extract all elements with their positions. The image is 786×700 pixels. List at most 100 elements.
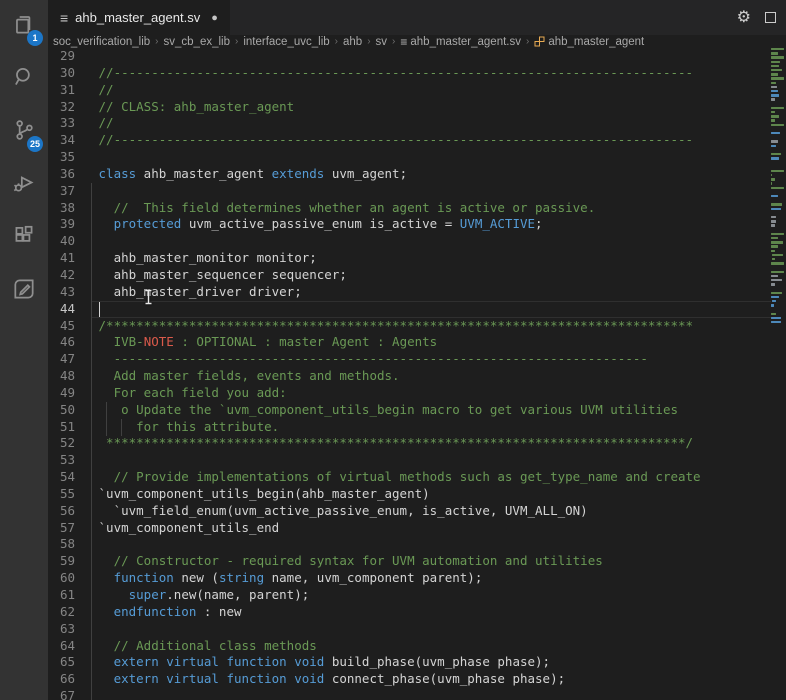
line-number[interactable]: 64 xyxy=(48,638,91,655)
code-text[interactable]: `uvm_component_utils_begin(ahb_master_ag… xyxy=(91,486,430,503)
code-line-30[interactable]: 30 //-----------------------------------… xyxy=(48,65,771,82)
code-text[interactable]: function new (string name, uvm_component… xyxy=(91,570,483,587)
line-number[interactable]: 40 xyxy=(48,233,91,250)
line-number[interactable]: 50 xyxy=(48,402,91,419)
breadcrumb-item-ahb_master_agent[interactable]: ahb_master_agent xyxy=(534,36,644,48)
code-text[interactable]: // Provide implementations of virtual me… xyxy=(91,469,701,486)
line-number[interactable]: 42 xyxy=(48,267,91,284)
line-number[interactable]: 52 xyxy=(48,435,91,452)
code-text[interactable]: protected uvm_active_passive_enum is_act… xyxy=(91,216,543,233)
line-number[interactable]: 66 xyxy=(48,671,91,688)
line-number[interactable]: 67 xyxy=(48,688,91,700)
code-line-42[interactable]: 42 ahb_master_sequencer sequencer; xyxy=(48,267,771,284)
code-text[interactable]: ----------------------------------------… xyxy=(91,351,648,368)
code-line-29[interactable]: 29 xyxy=(48,48,771,65)
code-line-47[interactable]: 47 -------------------------------------… xyxy=(48,351,771,368)
code-text[interactable]: `uvm_component_utils_end xyxy=(91,520,280,537)
code-text[interactable]: o Update the `uvm_component_utils_begin … xyxy=(91,402,678,419)
code-line-48[interactable]: 48 Add master fields, events and methods… xyxy=(48,368,771,385)
settings-gear-icon[interactable]: ⚙ xyxy=(737,9,751,26)
code-text[interactable]: /***************************************… xyxy=(91,318,694,335)
split-editor-icon[interactable] xyxy=(765,12,776,23)
code-text[interactable]: ahb_master_monitor monitor; xyxy=(91,250,317,267)
code-line-36[interactable]: 36 class ahb_master_agent extends uvm_ag… xyxy=(48,166,771,183)
line-number[interactable]: 37 xyxy=(48,183,91,200)
code-line-64[interactable]: 64 // Additional class methods xyxy=(48,638,771,655)
code-text[interactable]: extern virtual function void build_phase… xyxy=(91,654,551,671)
code-text[interactable]: Add master fields, events and methods. xyxy=(91,368,400,385)
code-text[interactable]: for this attribute. xyxy=(91,419,279,436)
line-number[interactable]: 53 xyxy=(48,452,91,469)
code-line-58[interactable]: 58 xyxy=(48,536,771,553)
code-text[interactable]: // CLASS: ahb_master_agent xyxy=(91,99,295,116)
code-line-31[interactable]: 31 // xyxy=(48,82,771,99)
code-line-54[interactable]: 54 // Provide implementations of virtual… xyxy=(48,469,771,486)
line-number[interactable]: 57 xyxy=(48,520,91,537)
code-line-34[interactable]: 34 //-----------------------------------… xyxy=(48,132,771,149)
line-number[interactable]: 41 xyxy=(48,250,91,267)
code-text[interactable]: extern virtual function void connect_pha… xyxy=(91,671,566,688)
code-line-57[interactable]: 57 `uvm_component_utils_end xyxy=(48,520,771,537)
code-text[interactable]: class ahb_master_agent extends uvm_agent… xyxy=(91,166,408,183)
line-number[interactable]: 54 xyxy=(48,469,91,486)
line-number[interactable]: 38 xyxy=(48,200,91,217)
code-text[interactable]: IVB-NOTE : OPTIONAL : master Agent : Age… xyxy=(91,334,438,351)
line-number[interactable]: 36 xyxy=(48,166,91,183)
sidebar-item-source-control[interactable]: 25 xyxy=(0,106,48,159)
line-number[interactable]: 33 xyxy=(48,115,91,132)
sidebar-item-notes[interactable] xyxy=(0,265,48,318)
line-number[interactable]: 39 xyxy=(48,216,91,233)
code-text[interactable]: // Constructor - required syntax for UVM… xyxy=(91,553,603,570)
line-number[interactable]: 48 xyxy=(48,368,91,385)
line-number[interactable]: 65 xyxy=(48,654,91,671)
line-number[interactable]: 62 xyxy=(48,604,91,621)
code-line-44[interactable]: 44 xyxy=(48,300,771,318)
code-text[interactable]: // xyxy=(91,115,114,132)
code-line-63[interactable]: 63 xyxy=(48,621,771,638)
code-line-53[interactable]: 53 xyxy=(48,452,771,469)
sidebar-item-search[interactable] xyxy=(0,53,48,106)
line-number[interactable]: 34 xyxy=(48,132,91,149)
line-number[interactable]: 58 xyxy=(48,536,91,553)
modified-dot-icon[interactable]: ● xyxy=(211,12,218,24)
line-number[interactable]: 31 xyxy=(48,82,91,99)
tab-ahb-master-agent[interactable]: ≡ ahb_master_agent.sv ● xyxy=(48,0,231,35)
code-line-51[interactable]: 51 for this attribute. xyxy=(48,419,771,436)
code-line-52[interactable]: 52 *************************************… xyxy=(48,435,771,452)
breadcrumb-item-sv[interactable]: sv xyxy=(376,36,388,48)
code-text[interactable]: ahb_master_driver driver; xyxy=(91,284,302,301)
code-line-56[interactable]: 56 `uvm_field_enum(uvm_active_passive_en… xyxy=(48,503,771,520)
line-number[interactable]: 49 xyxy=(48,385,91,402)
line-number[interactable]: 30 xyxy=(48,65,91,82)
code-text[interactable]: `uvm_field_enum(uvm_active_passive_enum,… xyxy=(91,503,588,520)
code-line-35[interactable]: 35 xyxy=(48,149,771,166)
minimap[interactable] xyxy=(771,41,786,700)
code-line-41[interactable]: 41 ahb_master_monitor monitor; xyxy=(48,250,771,267)
line-number[interactable]: 56 xyxy=(48,503,91,520)
line-number[interactable]: 47 xyxy=(48,351,91,368)
code-line-38[interactable]: 38 // This field determines whether an a… xyxy=(48,200,771,217)
code-line-50[interactable]: 50 o Update the `uvm_component_utils_beg… xyxy=(48,402,771,419)
line-number[interactable]: 60 xyxy=(48,570,91,587)
line-number[interactable]: 55 xyxy=(48,486,91,503)
breadcrumb-item-interface_uvc_lib[interactable]: interface_uvc_lib xyxy=(243,36,329,48)
code-line-45[interactable]: 45 /************************************… xyxy=(48,318,771,335)
line-number[interactable]: 32 xyxy=(48,99,91,116)
code-text[interactable]: endfunction : new xyxy=(91,604,242,621)
code-line-67[interactable]: 67 xyxy=(48,688,771,700)
code-line-43[interactable]: 43 ahb_master_driver driver; xyxy=(48,284,771,301)
code-line-60[interactable]: 60 function new (string name, uvm_compon… xyxy=(48,570,771,587)
code-line-39[interactable]: 39 protected uvm_active_passive_enum is_… xyxy=(48,216,771,233)
code-text[interactable]: // Additional class methods xyxy=(91,638,317,655)
line-number[interactable]: 61 xyxy=(48,587,91,604)
line-number[interactable]: 35 xyxy=(48,149,91,166)
code-text[interactable]: // xyxy=(91,82,114,99)
line-number[interactable]: 43 xyxy=(48,284,91,301)
breadcrumb-item-ahb_master_agent.sv[interactable]: ≡ ahb_master_agent.sv xyxy=(400,35,521,48)
code-text[interactable]: ****************************************… xyxy=(91,435,693,452)
breadcrumb-item-ahb[interactable]: ahb xyxy=(343,36,362,48)
line-number[interactable]: 45 xyxy=(48,318,91,335)
breadcrumb-item-sv_cb_ex_lib[interactable]: sv_cb_ex_lib xyxy=(164,36,230,48)
breadcrumb-item-soc_verification_lib[interactable]: soc_verification_lib xyxy=(53,36,150,48)
code-line-46[interactable]: 46 IVB-NOTE : OPTIONAL : master Agent : … xyxy=(48,334,771,351)
